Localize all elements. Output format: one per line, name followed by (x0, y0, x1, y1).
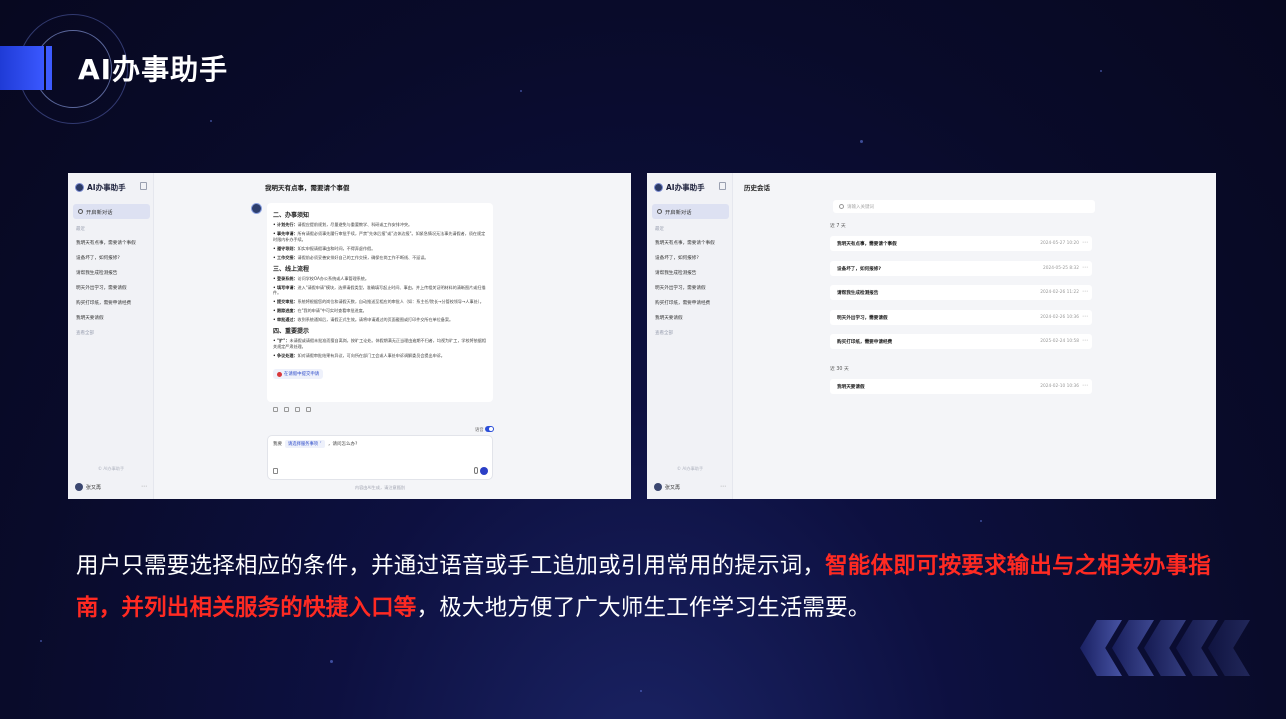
sidebar-history-item[interactable]: 我明天要请假 (76, 315, 104, 321)
chat-input[interactable]: 我要 请选择服务事项 ˅ ，请问怎么办? (267, 435, 493, 480)
sidebar: AI办事助手 开启新对话 最近 我明天有点事，需要请个事假 设备坏了，如何报修?… (68, 173, 154, 499)
sidebar-footer: © AI办事助手 (676, 466, 704, 471)
more-icon[interactable]: ⋯ (720, 483, 726, 490)
history-row[interactable]: 请帮我生成检测报告 2024-02-26 11:22 ⋯ (830, 285, 1092, 300)
answer-paragraph: • 登录系统：访问学校OA办公系统或人事管理系统。 (273, 275, 369, 281)
sidebar-logo: AI办事助手 (654, 182, 705, 193)
answer-paragraph: • "扩"：未请假或请假未批准而擅自离岗，按旷工论处。休假期满无正当理由逾期不归… (273, 338, 486, 350)
new-chat-icon (78, 209, 83, 214)
recent-section-label: 最近 (655, 227, 664, 232)
history-title: 历史会话 (744, 184, 770, 192)
answer-paragraph: • 遵守导则：如实申报请假事由和时间，不得弄虚作假。 (273, 245, 376, 251)
history-row[interactable]: 购买打印纸，需要申请经费 2025-02-24 10:58 ⋯ (830, 334, 1092, 349)
user-avatar-icon (654, 483, 662, 491)
attach-icon[interactable] (273, 468, 278, 474)
sidebar-history-item[interactable]: 明天外出学习，需要请假 (76, 285, 127, 291)
sidebar: AI办事助手 开启新对话 最近 我明天有点事，需要请个事假 设备坏了，如何报修?… (647, 173, 733, 499)
row-more-icon[interactable]: ⋯ (1082, 337, 1088, 344)
history-row[interactable]: 我明天要请假 2024-02-10 10:36 ⋯ (830, 379, 1092, 394)
sidebar-history-item[interactable]: 设备坏了，如何报修? (76, 255, 120, 261)
page-title: AI办事助手 (78, 53, 229, 86)
new-chat-icon (657, 209, 662, 214)
answer-paragraph: • 填写申请：进入"请假申请"模块，选择请假类型，准确填写起止时间、事由，并上传… (273, 284, 486, 296)
voice-toggle-label: 语音 (475, 428, 484, 433)
send-button[interactable] (480, 467, 488, 475)
answer-paragraph: • 工作交接：请假前必须妥善安排好自己的工作交接，确保在岗工作不断线、不延误。 (273, 254, 429, 260)
screenshot-chat: AI办事助手 开启新对话 最近 我明天有点事，需要请个事假 设备坏了，如何报修?… (68, 173, 631, 499)
sidebar-history-item[interactable]: 购买打印纸，需要申请经费 (655, 300, 710, 306)
row-more-icon[interactable]: ⋯ (1082, 239, 1088, 246)
user-avatar-icon (75, 483, 83, 491)
sidebar-history-item[interactable]: 设备坏了，如何报修? (655, 255, 699, 261)
history-group-label: 近 30 天 (830, 367, 849, 372)
recent-section-label: 最近 (76, 227, 85, 232)
sidebar-history-item[interactable]: 我明天有点事，需要请个事假 (655, 240, 715, 246)
sidebar-history-item[interactable]: 请帮我生成检测报告 (76, 270, 117, 276)
answer-heading: 三、线上流程 (273, 265, 310, 273)
microphone-icon[interactable] (474, 467, 478, 474)
header-accent-bar (0, 46, 44, 90)
sidebar-history-item[interactable]: 购买打印纸，需要申请经费 (76, 300, 131, 306)
history-row[interactable]: 设备坏了，如何报修? 2024-05-25 8:32 ⋯ (830, 261, 1092, 276)
answer-heading: 四、重要提示 (273, 328, 310, 336)
answer-card: 二、办事须知 • 计划先行：请假应提前规划，尽量避免与重要教学、科研或工作安排冲… (267, 203, 493, 402)
view-all-link[interactable]: 查看全部 (655, 330, 673, 336)
service-select[interactable]: 请选择服务事项 ˅ (285, 440, 325, 448)
answer-heading: 二、办事须知 (273, 212, 310, 219)
bot-avatar-icon (654, 183, 663, 192)
answer-paragraph: • 跟踪进度：在"我的申请"中可实时查看审批进度。 (273, 308, 367, 314)
thumbs-down-icon[interactable] (306, 407, 311, 412)
row-more-icon[interactable]: ⋯ (1082, 288, 1088, 295)
answer-paragraph: • 争议处理：如对请假审批结果有异议，可向所在部门工会或人事处申诉调解委员会提出… (273, 352, 445, 358)
voice-toggle[interactable] (485, 426, 494, 432)
answer-paragraph: • 事先申请：所有请假必须事先履行审批手续，严禁"先休后报"或"边休边报"。如紧… (273, 230, 486, 242)
sidebar-history-item[interactable]: 明天外出学习，需要请假 (655, 285, 706, 291)
answer-paragraph: • 计划先行：请假应提前规划，尽量避免与重要教学、科研或工作安排冲突。 (273, 222, 413, 227)
view-all-link[interactable]: 查看全部 (76, 330, 94, 336)
chat-title: 我明天有点事，需要请个事假 (265, 184, 350, 192)
ai-disclaimer: 内容由AI生成，请注意甄别 (354, 485, 406, 490)
screenshot-history: AI办事助手 开启新对话 最近 我明天有点事，需要请个事假 设备坏了，如何报修?… (647, 173, 1216, 499)
more-icon[interactable]: ⋯ (141, 483, 147, 490)
service-icon (277, 371, 282, 377)
sidebar-footer: © AI办事助手 (97, 466, 125, 471)
history-group-label: 近 7 天 (830, 224, 846, 229)
thumbs-up-icon[interactable] (295, 407, 300, 412)
history-row[interactable]: 我明天有点事，需要请个事假 2024-05-27 10:20 ⋯ (830, 236, 1092, 251)
answer-paragraph: • 提交审批：系统将根据您的岗位和请假天数，自动推送至相应的审批人（如：系主任/… (273, 299, 484, 305)
user-profile[interactable]: 张又再 (75, 483, 101, 491)
sidebar-collapse-icon[interactable] (719, 182, 726, 190)
bot-avatar-icon (75, 183, 84, 192)
row-more-icon[interactable]: ⋯ (1082, 264, 1088, 271)
new-chat-button[interactable]: 开启新对话 (652, 204, 729, 219)
copy-icon[interactable] (273, 407, 278, 412)
search-icon (839, 204, 844, 209)
sidebar-logo: AI办事助手 (75, 182, 126, 193)
new-chat-button[interactable]: 开启新对话 (73, 204, 150, 219)
history-search-input[interactable]: 请输入关键词 (833, 200, 1095, 213)
sidebar-history-item[interactable]: 我明天要请假 (655, 315, 683, 321)
user-profile[interactable]: 张又再 (654, 483, 680, 491)
input-question: ，请问怎么办? (328, 442, 358, 447)
sidebar-collapse-icon[interactable] (140, 182, 147, 190)
service-shortcut-button[interactable]: 在请假中提交申请 (273, 369, 324, 380)
slide-caption: 用户只需要选择相应的条件，并通过语音或手工追加或引用常用的提示词，智能体即可按要… (76, 553, 1212, 621)
row-more-icon[interactable]: ⋯ (1082, 382, 1088, 389)
message-actions (273, 407, 311, 412)
answer-paragraph: • 审批通过：收到系统通知后，请假正式生效。请将申请通过的页面截图或打印件交所在… (273, 317, 454, 323)
sidebar-history-item[interactable]: 我明天有点事，需要请个事假 (76, 240, 136, 246)
header-accent-line (46, 46, 52, 90)
refresh-icon[interactable] (284, 407, 289, 412)
row-more-icon[interactable]: ⋯ (1082, 313, 1088, 320)
bot-avatar-icon (251, 203, 262, 214)
input-prefix: 我要 (273, 442, 282, 447)
history-row[interactable]: 明天外出学习，需要请假 2024-02-26 10:36 ⋯ (830, 310, 1092, 325)
sidebar-history-item[interactable]: 请帮我生成检测报告 (655, 270, 696, 276)
